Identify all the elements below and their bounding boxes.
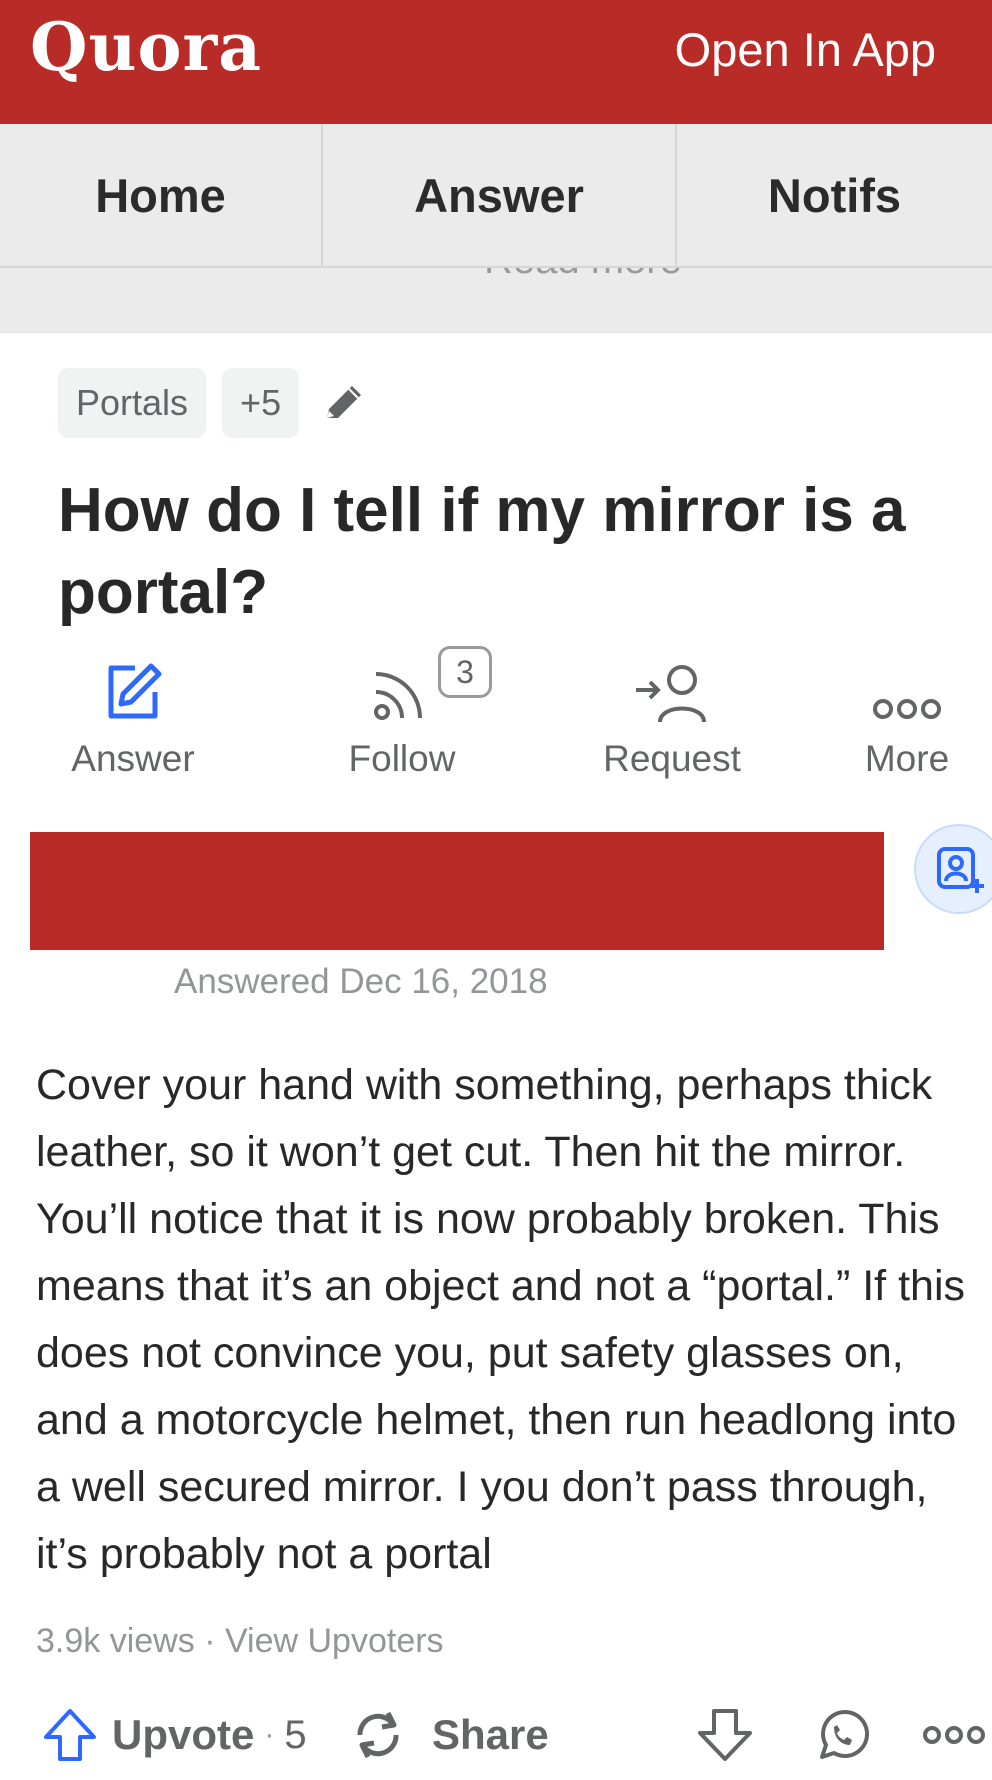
nav-bar: Home Answer Notifs	[0, 124, 992, 268]
follow-count-badge: 3	[438, 646, 492, 698]
upvote-separator: ·	[264, 1718, 275, 1751]
redacted-author-info	[30, 832, 884, 950]
share-icon	[357, 1711, 399, 1759]
answer-stats: 3.9k views · View Upvoters	[36, 1622, 444, 1661]
stats-separator: ·	[204, 1622, 216, 1660]
share-label: Share	[432, 1711, 549, 1758]
question-action-bar: Answer 3 Follow Request More	[0, 646, 992, 780]
read-more-link[interactable]: Read more	[484, 268, 682, 283]
follow-action[interactable]: 3 Follow	[302, 646, 502, 780]
open-in-app-button[interactable]: Open In App	[675, 22, 936, 77]
topic-list: Portals +5	[58, 368, 369, 438]
tab-answer[interactable]: Answer	[323, 124, 677, 266]
upvote-button[interactable]: Upvote · 5	[40, 1700, 307, 1770]
share-button[interactable]: Share	[348, 1700, 549, 1770]
view-upvoters-link[interactable]: View Upvoters	[225, 1622, 444, 1660]
tab-notifs[interactable]: Notifs	[677, 124, 992, 266]
follow-action-label: Follow	[348, 738, 456, 779]
question-title[interactable]: How do I tell if my mirror is a portal?	[58, 470, 938, 634]
edit-answer-icon	[108, 663, 162, 719]
request-action[interactable]: Request	[572, 650, 772, 780]
tab-home[interactable]: Home	[0, 124, 323, 266]
downvote-button[interactable]	[694, 1700, 756, 1770]
follow-user-button[interactable]	[914, 824, 992, 914]
add-user-icon	[937, 847, 984, 893]
request-action-label: Request	[603, 738, 741, 779]
answer-action-bar: Upvote · 5 Share	[0, 1700, 992, 1780]
top-bar: Quora Open In App	[0, 0, 992, 124]
quora-logo[interactable]: Quora	[30, 8, 262, 86]
topic-chip-portals[interactable]: Portals	[58, 368, 207, 438]
whatsapp-icon	[820, 1709, 870, 1759]
answer-action[interactable]: Answer	[33, 650, 233, 780]
answer-action-label: Answer	[71, 738, 195, 779]
upvote-label: Upvote	[112, 1711, 255, 1758]
more-dots-icon	[873, 699, 941, 719]
pencil-icon[interactable]	[319, 378, 369, 428]
whatsapp-share-button[interactable]	[812, 1700, 872, 1770]
upvote-arrow-icon	[44, 1709, 96, 1761]
request-user-icon	[636, 665, 706, 723]
more-action[interactable]: More	[842, 650, 972, 780]
topic-chip-more[interactable]: +5	[222, 368, 300, 438]
answer-body: Cover your hand with something, perhaps …	[36, 1061, 965, 1578]
scrolled-content-strip: Read more	[0, 268, 992, 333]
downvote-arrow-icon	[698, 1709, 752, 1761]
more-action-label: More	[864, 738, 950, 779]
answered-date: Answered Dec 16, 2018	[174, 962, 548, 1001]
view-count: 3.9k views	[36, 1622, 195, 1660]
more-dots-icon	[923, 1726, 985, 1744]
rss-follow-icon	[374, 672, 422, 720]
upvote-count: 5	[284, 1712, 307, 1757]
more-options-button[interactable]	[922, 1700, 986, 1770]
